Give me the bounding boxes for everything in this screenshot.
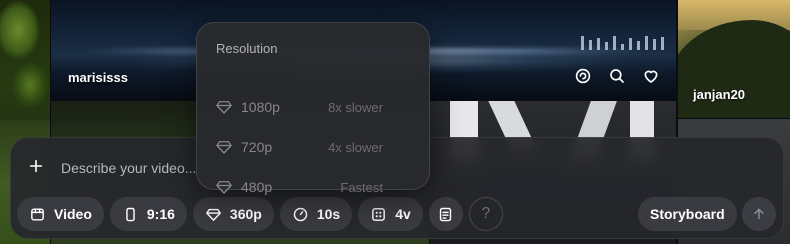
presets-button[interactable] <box>428 197 463 231</box>
tile-hill <box>678 20 790 118</box>
type-button[interactable]: Video <box>17 197 104 231</box>
grid-icon <box>372 207 386 221</box>
resolution-menu: Resolution 1080p 8x slower 720p 4x slowe… <box>196 22 430 195</box>
plus-icon <box>29 159 43 173</box>
variations-label: 4v <box>395 206 411 222</box>
storyboard-label: Storyboard <box>650 206 725 222</box>
remix-icon[interactable] <box>574 67 592 85</box>
resolution-label: 360p <box>229 206 262 222</box>
duration-label: 10s <box>316 206 341 222</box>
resolution-option-speed: 4x slower <box>328 139 383 155</box>
tile-username[interactable]: janjan20 <box>693 87 745 102</box>
help-label: ? <box>481 205 491 222</box>
composer-toolbar: Video 9:16 360p 10s 4v ? <box>17 197 503 231</box>
resolution-menu-heading: Resolution <box>216 41 278 56</box>
storyboard-button[interactable]: Storyboard <box>638 197 737 231</box>
arrow-up-icon <box>754 208 764 220</box>
duration-button[interactable]: 10s <box>279 197 353 231</box>
aspect-ratio-label: 9:16 <box>146 206 175 222</box>
tile-username[interactable]: marisisss <box>68 70 128 85</box>
resolution-option-720p[interactable]: 720p 4x slower <box>215 135 415 159</box>
tile-actions <box>574 67 660 85</box>
resolution-option-speed: 8x slower <box>328 99 383 115</box>
help-button[interactable]: ? <box>468 197 503 231</box>
portrait-icon <box>126 207 135 221</box>
resolution-option-speed: Fastest <box>340 179 383 195</box>
resolution-option-1080p[interactable]: 1080p 8x slower <box>215 95 415 119</box>
aspect-ratio-button[interactable]: 9:16 <box>109 197 187 231</box>
search-icon[interactable] <box>608 67 626 85</box>
heart-icon[interactable] <box>642 67 660 85</box>
resolution-button[interactable]: 360p <box>192 197 274 231</box>
add-media-button[interactable] <box>25 155 47 177</box>
send-button[interactable] <box>742 197 776 231</box>
type-label: Video <box>54 206 92 222</box>
tile-overlay-glyphs <box>581 36 664 50</box>
variations-button[interactable]: 4v <box>358 197 423 231</box>
diamond-icon <box>205 208 221 221</box>
resolution-option-480p[interactable]: 480p Fastest <box>215 175 415 199</box>
video-icon <box>31 207 44 221</box>
timer-icon <box>293 207 308 221</box>
preset-icon <box>440 207 452 221</box>
